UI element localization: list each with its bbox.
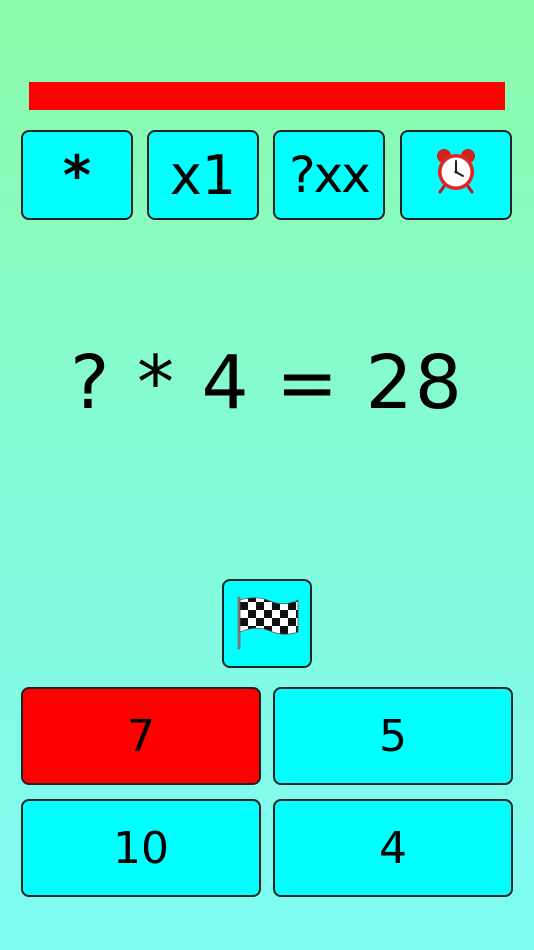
answer-label: 7	[127, 710, 155, 762]
answer-label: 10	[113, 822, 169, 874]
multiplier-label: x1	[169, 143, 237, 207]
timer-progress-bar	[29, 82, 505, 110]
answer-button-4[interactable]: 4	[273, 799, 513, 897]
question-operator: *	[136, 340, 176, 426]
alarm-clock-icon	[431, 145, 481, 205]
operation-mode-button[interactable]: *	[21, 130, 133, 220]
unknown-position-label: ?xx	[289, 146, 371, 204]
timer-button[interactable]	[400, 130, 512, 220]
question-operand2: 4	[201, 340, 251, 426]
unknown-position-button[interactable]: ?xx	[273, 130, 385, 220]
question-operand1: ?	[70, 340, 112, 426]
answer-button-3[interactable]: 10	[21, 799, 261, 897]
checkered-flag-icon	[232, 594, 302, 654]
multiplier-button[interactable]: x1	[147, 130, 259, 220]
answer-button-2[interactable]: 5	[273, 687, 513, 785]
answer-label: 4	[379, 822, 407, 874]
answer-button-1[interactable]: 7	[21, 687, 261, 785]
math-question: ? * 4 = 28	[0, 340, 534, 426]
question-result: 28	[365, 340, 464, 426]
question-equals: =	[276, 340, 341, 426]
answer-label: 5	[379, 710, 407, 762]
finish-button[interactable]	[222, 579, 312, 668]
operation-mode-label: *	[62, 143, 92, 207]
